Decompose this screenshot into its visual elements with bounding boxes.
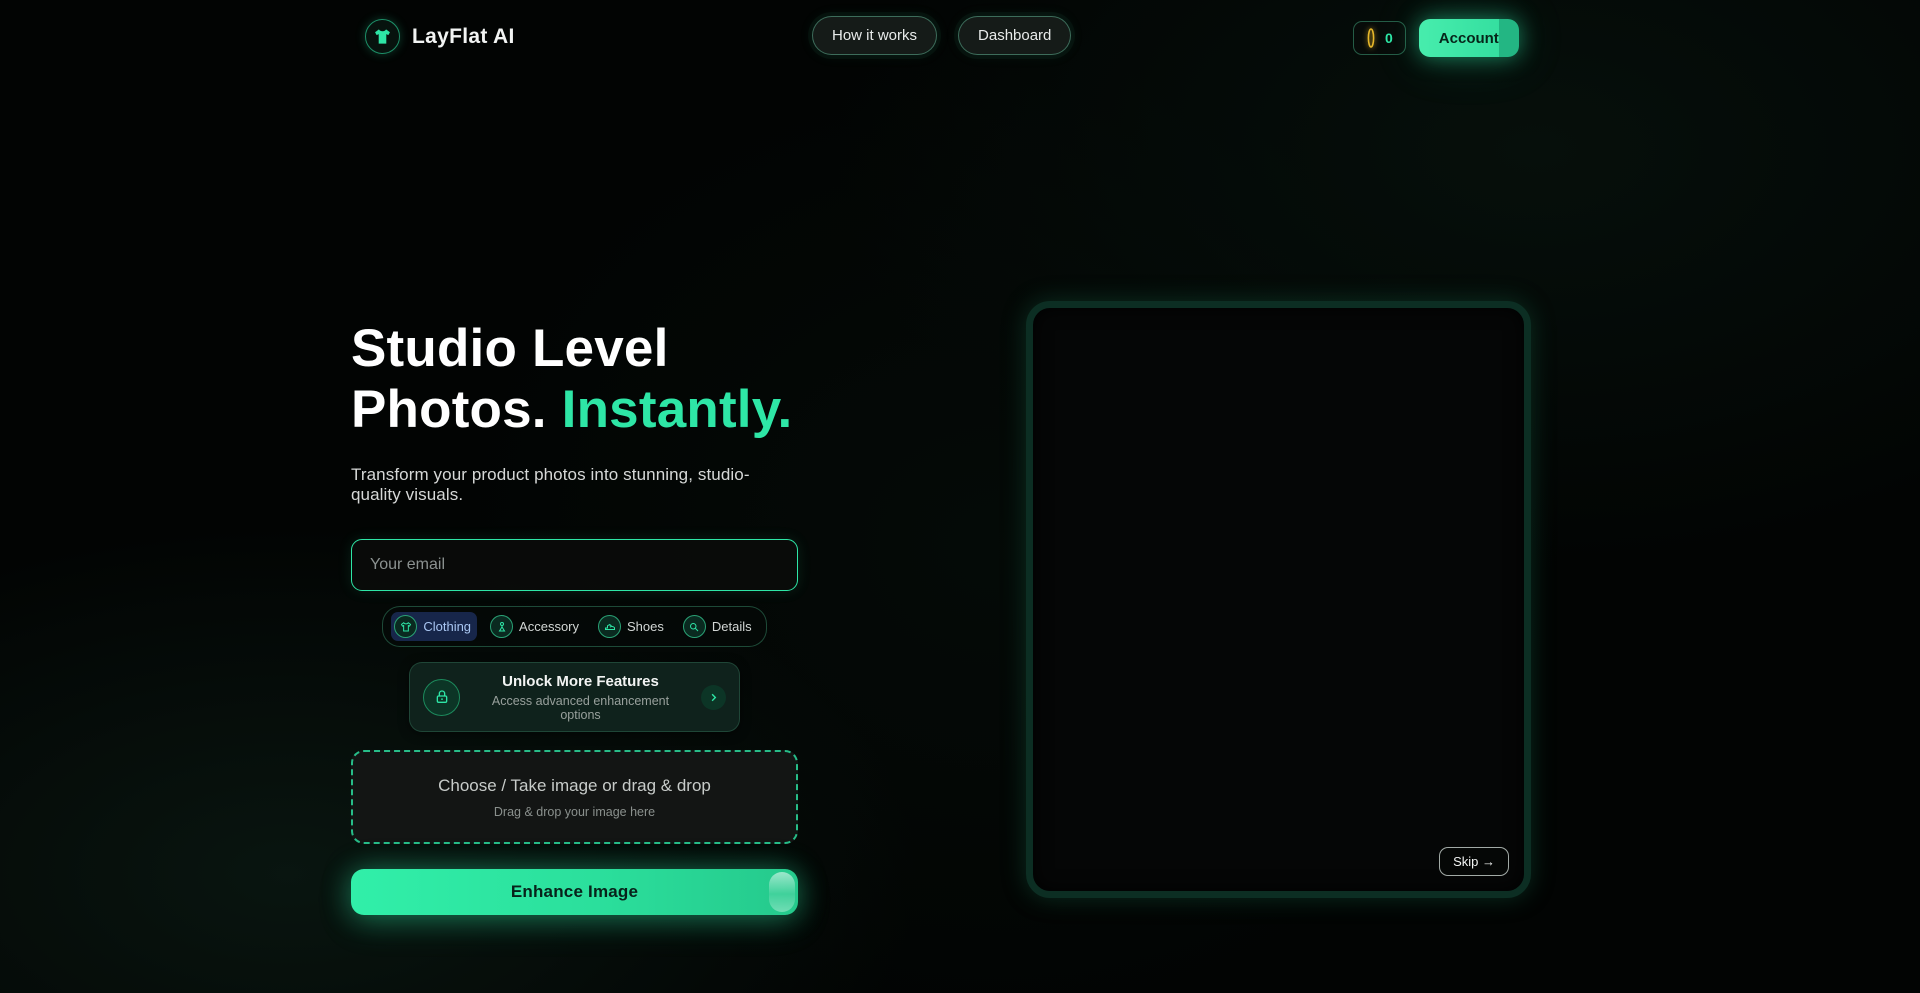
tshirt-icon xyxy=(394,615,417,638)
title-line1: Studio Level xyxy=(351,319,669,378)
pendant-icon xyxy=(490,615,513,638)
shoe-icon xyxy=(598,615,621,638)
magnifier-icon xyxy=(683,615,706,638)
category-details[interactable]: Details xyxy=(680,612,758,641)
nav-right: 0 Account xyxy=(1353,19,1519,57)
brand-logo[interactable]: LayFlat AI xyxy=(365,19,515,54)
credits-counter[interactable]: 0 xyxy=(1353,21,1406,55)
email-input[interactable] xyxy=(351,539,798,591)
hero-section: Studio Level Photos. Instantly. Transfor… xyxy=(351,318,798,915)
category-label: Accessory xyxy=(519,619,579,634)
unlock-texts: Unlock More Features Access advanced enh… xyxy=(472,673,689,722)
hero-subtitle: Transform your product photos into stunn… xyxy=(351,465,798,505)
unlock-subtitle: Access advanced enhancement options xyxy=(472,694,689,722)
image-dropzone[interactable]: Choose / Take image or drag & drop Drag … xyxy=(351,750,798,844)
unlock-title: Unlock More Features xyxy=(472,673,689,690)
enhance-image-button[interactable]: Enhance Image xyxy=(351,869,798,915)
brand-name: LayFlat AI xyxy=(412,25,515,49)
category-clothing[interactable]: Clothing xyxy=(391,612,477,641)
unlock-features-card[interactable]: Unlock More Features Access advanced enh… xyxy=(409,662,740,732)
category-selector: Clothing Accessory Shoes xyxy=(382,606,766,647)
category-label: Clothing xyxy=(423,619,471,634)
category-accessory[interactable]: Accessory xyxy=(487,612,585,641)
nav-link-dashboard[interactable]: Dashboard xyxy=(958,16,1071,55)
credits-count: 0 xyxy=(1385,30,1393,46)
account-button[interactable]: Account xyxy=(1419,19,1519,57)
coin-icon xyxy=(1366,27,1376,49)
skip-button[interactable]: Skip → xyxy=(1439,847,1509,876)
title-line2-accent: Instantly. xyxy=(562,380,793,439)
category-shoes[interactable]: Shoes xyxy=(595,612,670,641)
tshirt-logo-icon xyxy=(365,19,400,54)
page-title: Studio Level Photos. Instantly. xyxy=(351,318,798,440)
preview-panel: Skip → xyxy=(1026,301,1531,898)
chevron-right-icon xyxy=(701,685,726,710)
title-line2-white: Photos. xyxy=(351,380,547,439)
nav-link-how-it-works[interactable]: How it works xyxy=(812,16,937,55)
nav-links: How it works Dashboard xyxy=(812,16,1071,55)
navbar: LayFlat AI How it works Dashboard 0 Acco… xyxy=(0,0,1920,73)
category-label: Details xyxy=(712,619,752,634)
category-label: Shoes xyxy=(627,619,664,634)
dropzone-hint: Drag & drop your image here xyxy=(494,805,655,819)
dropzone-title: Choose / Take image or drag & drop xyxy=(438,776,711,796)
lock-icon xyxy=(423,679,460,716)
